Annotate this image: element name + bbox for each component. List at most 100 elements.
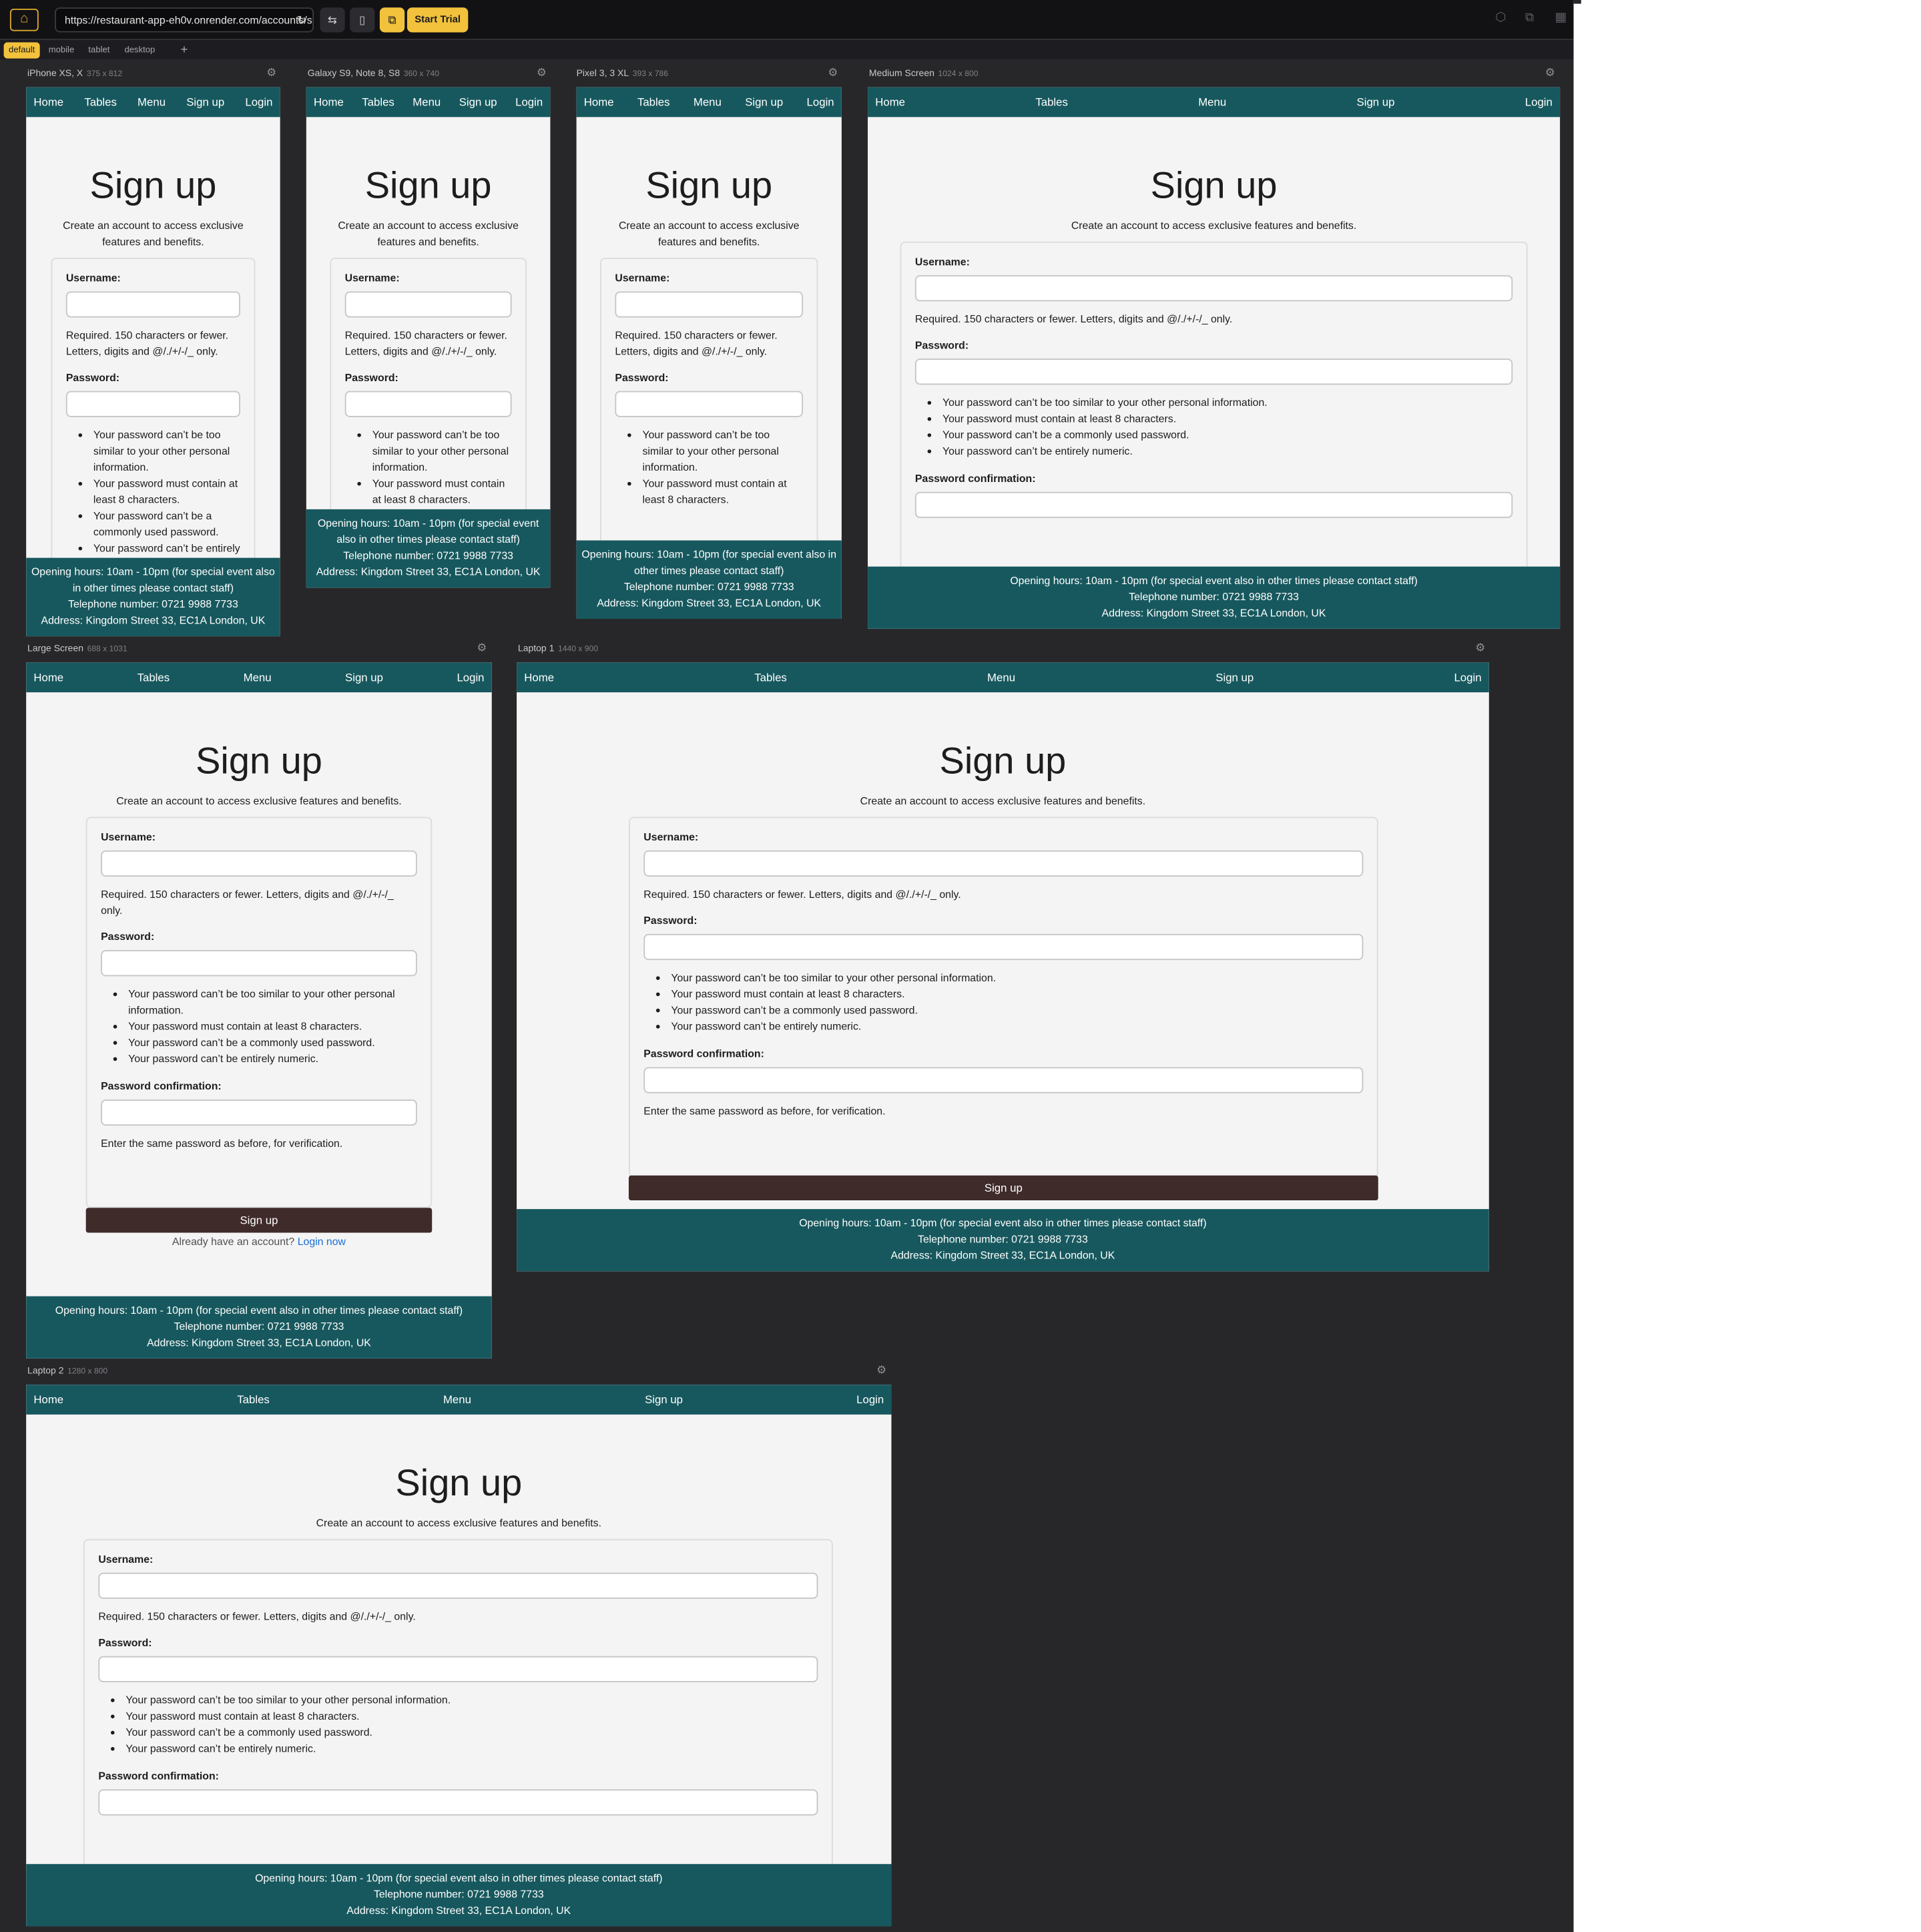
nav-tables[interactable]: Tables <box>754 671 787 684</box>
username-input[interactable] <box>65 291 240 318</box>
username-input[interactable] <box>643 850 1364 877</box>
password-label: Password: <box>914 338 969 351</box>
nav-home[interactable]: Home <box>875 96 905 109</box>
nav-login[interactable]: Login <box>457 671 484 684</box>
nav-login[interactable]: Login <box>515 96 543 109</box>
hero: Sign up Create an account to access excl… <box>26 164 280 249</box>
confirm-input[interactable] <box>101 1099 417 1126</box>
nav-signup[interactable]: Sign up <box>186 96 224 109</box>
nav-login[interactable]: Login <box>245 96 272 109</box>
password-input[interactable] <box>98 1656 818 1682</box>
footer-address: Address: Kingdom Street 33, EC1A London,… <box>597 596 822 610</box>
username-input[interactable] <box>615 291 804 318</box>
nav-home[interactable]: Home <box>33 96 63 109</box>
tab-mobile[interactable]: mobile <box>43 42 79 58</box>
tab-tablet[interactable]: tablet <box>83 42 115 58</box>
password-input[interactable] <box>65 391 240 417</box>
top-toolbar: ⌂ https://restaurant-app-eh0v.onrender.c… <box>0 0 1574 40</box>
nav-menu[interactable]: Menu <box>1198 96 1226 109</box>
nav-signup[interactable]: Sign up <box>1357 96 1395 109</box>
nav-home[interactable]: Home <box>584 96 614 109</box>
app-logo-icon[interactable]: ⌂ <box>9 9 39 31</box>
nav-home[interactable]: Home <box>33 1393 63 1406</box>
nav-tables[interactable]: Tables <box>237 1393 270 1406</box>
username-input[interactable] <box>101 850 417 877</box>
nav-login[interactable]: Login <box>1454 671 1481 684</box>
confirm-input[interactable] <box>643 1067 1364 1094</box>
username-help: Required. 150 characters or fewer. Lette… <box>65 328 229 358</box>
nav-signup[interactable]: Sign up <box>459 96 497 109</box>
signup-button[interactable]: Sign up <box>85 1208 433 1233</box>
frame-label-large: Large Screen 688 x 1031 <box>27 642 127 654</box>
nav-home[interactable]: Home <box>33 671 63 684</box>
password-input[interactable] <box>344 391 512 417</box>
list-item: Your password can’t be too similar to yo… <box>671 970 1363 986</box>
nav-login[interactable]: Login <box>856 1393 884 1406</box>
password-input[interactable] <box>914 358 1513 385</box>
username-input[interactable] <box>344 291 512 318</box>
add-tab-icon[interactable]: + <box>176 42 193 58</box>
gear-icon[interactable]: ⚙ <box>477 642 487 656</box>
list-item: Your password can’t be entirely numeric. <box>128 1051 417 1067</box>
site-footer: Opening hours: 10am - 10pm (for special … <box>26 557 280 637</box>
nav-tables[interactable]: Tables <box>1035 96 1068 109</box>
signup-button[interactable]: Sign up <box>628 1175 1378 1201</box>
nav-signup[interactable]: Sign up <box>345 671 383 684</box>
sync-scroll-icon[interactable]: ⇆ <box>320 7 345 33</box>
username-input[interactable] <box>914 275 1513 302</box>
gear-icon[interactable]: ⚙ <box>828 66 838 80</box>
start-trial-button[interactable]: Start Trial <box>406 7 469 33</box>
nav-tables[interactable]: Tables <box>362 96 394 109</box>
mobile-view-icon[interactable]: ▯ <box>350 7 375 33</box>
list-item: Your password can’t be entirely numeric. <box>942 443 1513 459</box>
nav-menu[interactable]: Menu <box>413 96 441 109</box>
nav-home[interactable]: Home <box>524 671 554 684</box>
password-input[interactable] <box>643 933 1364 961</box>
nav-menu[interactable]: Menu <box>443 1393 471 1406</box>
confirm-input[interactable] <box>98 1789 818 1816</box>
nav-login[interactable]: Login <box>1525 96 1553 109</box>
confirm-input[interactable] <box>914 491 1513 518</box>
frame-label-iphone: iPhone XS, X 375 x 812 <box>27 67 123 79</box>
nav-menu[interactable]: Menu <box>244 671 272 684</box>
device-frame-large: Home Tables Menu Sign up Login Sign up C… <box>26 662 492 1359</box>
password-input[interactable] <box>615 391 804 417</box>
nav-menu[interactable]: Menu <box>987 671 1015 684</box>
list-item: Your password must contain at least 8 ch… <box>93 476 240 508</box>
nav-signup[interactable]: Sign up <box>745 96 783 109</box>
nav-tables[interactable]: Tables <box>84 96 117 109</box>
cube-icon[interactable]: ⬡ <box>1495 11 1506 25</box>
list-item: Your password can’t be entirely numeric. <box>125 1741 818 1757</box>
url-input[interactable]: https://restaurant-app-eh0v.onrender.com… <box>55 7 314 33</box>
page-title: Sign up <box>395 1463 523 1505</box>
gear-icon[interactable]: ⚙ <box>1545 66 1555 80</box>
tab-desktop[interactable]: desktop <box>119 42 160 58</box>
gear-icon[interactable]: ⚙ <box>876 1363 886 1377</box>
login-now-link[interactable]: Login now <box>298 1235 346 1248</box>
password-label: Password: <box>101 930 155 943</box>
password-rules: Your password can’t be too similar to yo… <box>66 427 240 573</box>
reload-icon[interactable]: ↻ <box>297 9 306 31</box>
nav-login[interactable]: Login <box>807 96 834 109</box>
nav-home[interactable]: Home <box>314 96 344 109</box>
tab-default[interactable]: default <box>3 42 40 59</box>
hero: Sign up Create an account to access excl… <box>26 1462 891 1531</box>
nav-tables[interactable]: Tables <box>637 96 670 109</box>
gear-icon[interactable]: ⚙ <box>1475 642 1485 656</box>
nav-signup[interactable]: Sign up <box>645 1393 683 1406</box>
nav-menu[interactable]: Menu <box>694 96 722 109</box>
gear-icon[interactable]: ⚙ <box>537 66 547 80</box>
layers-icon[interactable]: ⧉ <box>1525 11 1534 25</box>
password-input[interactable] <box>101 950 417 977</box>
gear-icon[interactable]: ⚙ <box>266 66 276 80</box>
username-label: Username: <box>914 255 970 268</box>
username-input[interactable] <box>98 1572 818 1599</box>
footer-phone: Telephone number: 0721 9988 7733 <box>174 1320 344 1333</box>
nav-tables[interactable]: Tables <box>138 671 170 684</box>
grid-icon[interactable]: ▦ <box>1555 11 1567 25</box>
nav-signup[interactable]: Sign up <box>1215 671 1254 684</box>
multi-device-icon[interactable]: ⧉ <box>379 7 405 33</box>
nav-menu[interactable]: Menu <box>138 96 166 109</box>
list-item: Your password must contain at least 8 ch… <box>642 476 803 508</box>
page-subtitle: Create an account to access exclusive fe… <box>63 219 244 248</box>
